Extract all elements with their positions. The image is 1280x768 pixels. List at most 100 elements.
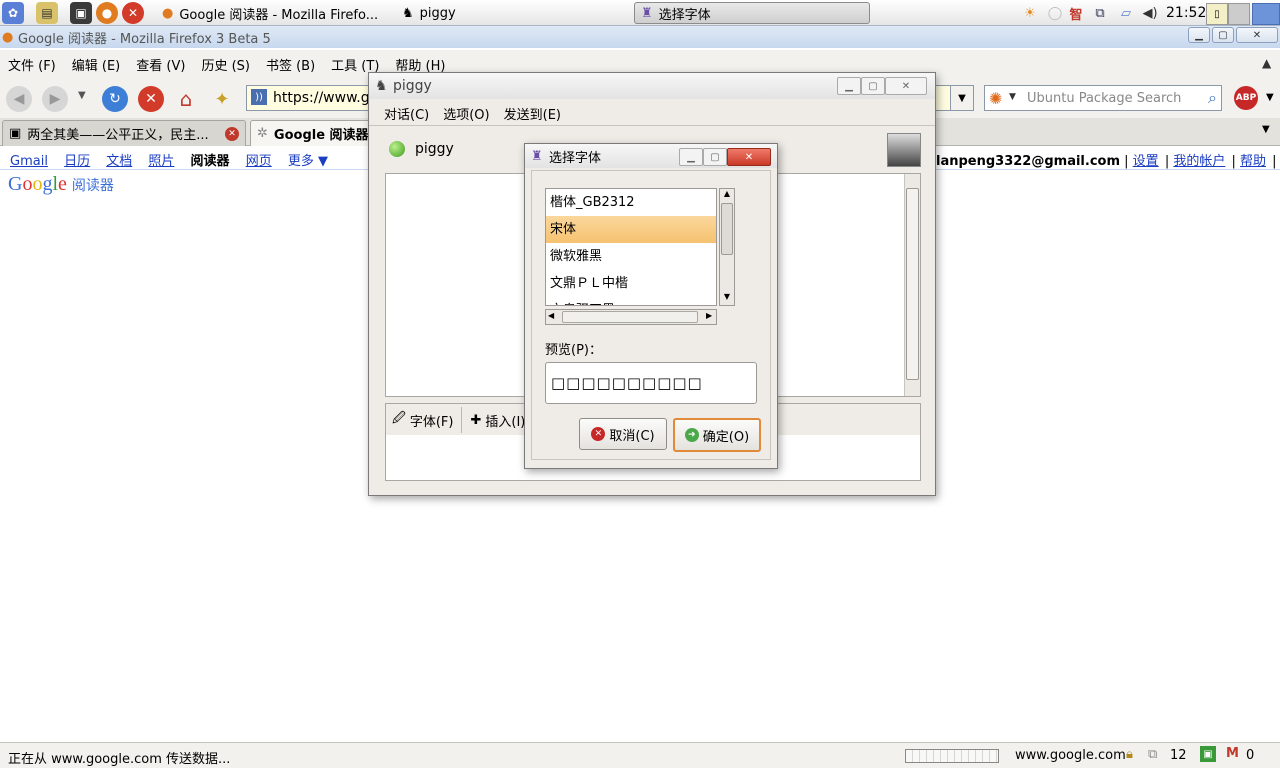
gbar-link-more[interactable]: 更多 ▼	[288, 154, 328, 169]
scroll-left-icon[interactable]: ◀	[548, 311, 554, 320]
google-reader-logo[interactable]: Google 阅读器	[8, 173, 114, 196]
gbar-help[interactable]: 帮助	[1240, 154, 1266, 169]
loading-progress-bar	[905, 749, 999, 763]
piggy-window-icon: ♞	[375, 78, 388, 94]
search-engine-dropdown-icon[interactable]: ▼	[1009, 92, 1016, 102]
font-list-vscrollbar[interactable]: ▲ ▼	[719, 188, 735, 306]
taskbar-font-dialog[interactable]: ♜ 选择字体	[634, 2, 870, 24]
workspace-3-icon[interactable]	[1252, 3, 1280, 25]
chat-scrollbar-thumb[interactable]	[906, 188, 919, 380]
firefox-maximize-button[interactable]: ▢	[1212, 27, 1234, 43]
history-dropdown-icon[interactable]: ▼	[78, 90, 86, 101]
lock-icon[interactable]: 🔒︎	[1126, 747, 1133, 762]
terminal-icon[interactable]: ▣	[70, 2, 92, 24]
gbar-link-docs[interactable]: 文档	[106, 154, 132, 169]
panel-clock[interactable]: 21:52	[1166, 5, 1206, 21]
insert-toolbar-button[interactable]: 插入(I)	[485, 411, 525, 430]
font-list-hscrollbar-thumb[interactable]	[562, 311, 698, 323]
menu-bookmarks[interactable]: 书签 (B)	[258, 55, 323, 74]
gbar-link-calendar[interactable]: 日历	[64, 154, 90, 169]
font-dialog-app-icon: ♜	[641, 5, 653, 21]
menu-history[interactable]: 历史 (S)	[193, 55, 258, 74]
adblock-plus-icon[interactable]: ABP	[1234, 86, 1258, 110]
scroll-up-icon[interactable]: ▲	[720, 189, 734, 202]
piggy-menu-send-to[interactable]: 发送到(E)	[497, 104, 568, 123]
search-magnifier-icon[interactable]: ⌕	[1208, 88, 1217, 108]
addon-status-icon[interactable]: ▣	[1200, 746, 1216, 762]
font-item-wending[interactable]: 文鼎ＰＬ中楷	[546, 270, 716, 297]
piggy-minimize-button[interactable]: ▁	[837, 77, 861, 95]
preview-field[interactable]: □□□□□□□□□□	[545, 362, 757, 404]
menu-view[interactable]: 查看 (V)	[128, 55, 193, 74]
network-status-icon[interactable]: ◯	[1045, 3, 1065, 23]
tab-news[interactable]: ▣ 两全其美——公平正义，民主... ✕	[2, 120, 246, 146]
font-list[interactable]: 楷体_GB2312 宋体 微软雅黑 文鼎ＰＬ中楷 文泉驿正黑	[545, 188, 717, 306]
font-dialog-maximize-button[interactable]: ▢	[703, 148, 727, 166]
reload-icon[interactable]: ↻	[102, 86, 128, 112]
piggy-maximize-button[interactable]: ▢	[861, 77, 885, 95]
gbar-link-web[interactable]: 网页	[246, 154, 272, 169]
ok-button[interactable]: ➜ 确定(O)	[673, 418, 761, 452]
stop-icon[interactable]: ✕	[138, 86, 164, 112]
firefox-minimize-button[interactable]: ▁	[1188, 27, 1210, 43]
display-icon[interactable]: ▱	[1116, 3, 1136, 23]
download-count-icon[interactable]: ⧉	[1148, 747, 1157, 762]
menu-edit[interactable]: 编辑 (E)	[64, 55, 129, 74]
taskbar-firefox[interactable]: ● Google 阅读器 - Mozilla Firefo...	[156, 2, 388, 24]
tab-list-icon[interactable]: ▼	[1262, 124, 1270, 135]
update-notifier-icon[interactable]: ☀	[1020, 3, 1040, 23]
menu-tools[interactable]: 工具 (T)	[323, 55, 387, 74]
input-method-icon[interactable]: 智	[1066, 3, 1086, 23]
font-list-hscrollbar[interactable]: ◀ ▶	[545, 309, 717, 325]
font-item-kaiti[interactable]: 楷体_GB2312	[546, 189, 716, 216]
font-item-wenquanyi[interactable]: 文泉驿正黑	[546, 297, 716, 305]
url-dropdown-icon[interactable]: ▼	[950, 85, 974, 111]
firefox-launcher-icon[interactable]: ●	[96, 2, 118, 24]
font-dialog-close-button[interactable]: ✕	[727, 148, 771, 166]
gbar-link-photos[interactable]: 照片	[148, 154, 174, 169]
piggy-close-button[interactable]: ✕	[885, 77, 927, 95]
firefox-window-icon: ●	[2, 29, 14, 45]
show-desktop-icon[interactable]: ▤	[36, 2, 58, 24]
firefox-close-button[interactable]: ✕	[1236, 27, 1278, 43]
search-input[interactable]: ✺ ▼ Ubuntu Package Search ⌕	[984, 85, 1222, 111]
adblock-dropdown-icon[interactable]: ▼	[1266, 92, 1274, 103]
workspace-2-icon[interactable]	[1228, 3, 1250, 25]
tab-close-icon[interactable]: ✕	[225, 126, 239, 141]
back-icon[interactable]: ◀	[6, 86, 32, 112]
applications-menu-icon[interactable]: ✿	[2, 2, 24, 24]
font-dialog-minimize-button[interactable]: ▁	[679, 148, 703, 166]
buddy-avatar[interactable]	[887, 133, 921, 167]
gmail-notifier-icon[interactable]: M	[1226, 746, 1239, 761]
menubar-scroll-up-icon[interactable]: ▲	[1262, 56, 1271, 70]
piggy-menu-options[interactable]: 选项(O)	[436, 104, 496, 123]
menu-file[interactable]: 文件 (F)	[0, 55, 64, 74]
piggy-menu-conversation[interactable]: 对话(C)	[369, 104, 436, 123]
gbar-current-reader: 阅读器	[190, 154, 230, 169]
chat-scrollbar[interactable]	[904, 174, 920, 396]
volume-icon[interactable]: ◀)	[1140, 3, 1160, 23]
gbar-link-gmail[interactable]: Gmail	[10, 154, 48, 169]
workspace-1-icon[interactable]: ▯	[1206, 3, 1228, 25]
close-launcher-icon[interactable]: ✕	[122, 2, 144, 24]
font-item-songti[interactable]: 宋体	[546, 216, 716, 243]
font-toolbar-button[interactable]: 字体(F)	[410, 411, 454, 430]
home-icon[interactable]: ⌂	[173, 86, 199, 112]
menu-help[interactable]: 帮助 (H)	[387, 55, 453, 74]
font-list-vscrollbar-thumb[interactable]	[721, 203, 733, 255]
ubuntu-search-engine-icon[interactable]: ✺	[989, 89, 1002, 108]
gbar-my-account[interactable]: 我的帐户	[1173, 154, 1225, 169]
preview-label: 预览(P)：	[545, 343, 602, 358]
rss-feed-icon[interactable]: ))	[251, 89, 267, 105]
cancel-button[interactable]: ✕ 取消(C)	[579, 418, 667, 450]
scroll-right-icon[interactable]: ▶	[706, 311, 712, 320]
bookmark-star-icon[interactable]: ✦	[209, 86, 235, 112]
gbar-settings[interactable]: 设置	[1133, 154, 1159, 169]
font-item-yahei[interactable]: 微软雅黑	[546, 243, 716, 270]
tab-google-reader-label: Google 阅读器	[273, 128, 369, 143]
network-manager-icon[interactable]: ⧉	[1090, 3, 1110, 23]
scroll-down-icon[interactable]: ▼	[720, 292, 734, 305]
forward-icon[interactable]: ▶	[42, 86, 68, 112]
tab-google-reader[interactable]: ✲ Google 阅读器	[250, 120, 380, 146]
taskbar-piggy[interactable]: ♞ piggy	[396, 2, 596, 24]
